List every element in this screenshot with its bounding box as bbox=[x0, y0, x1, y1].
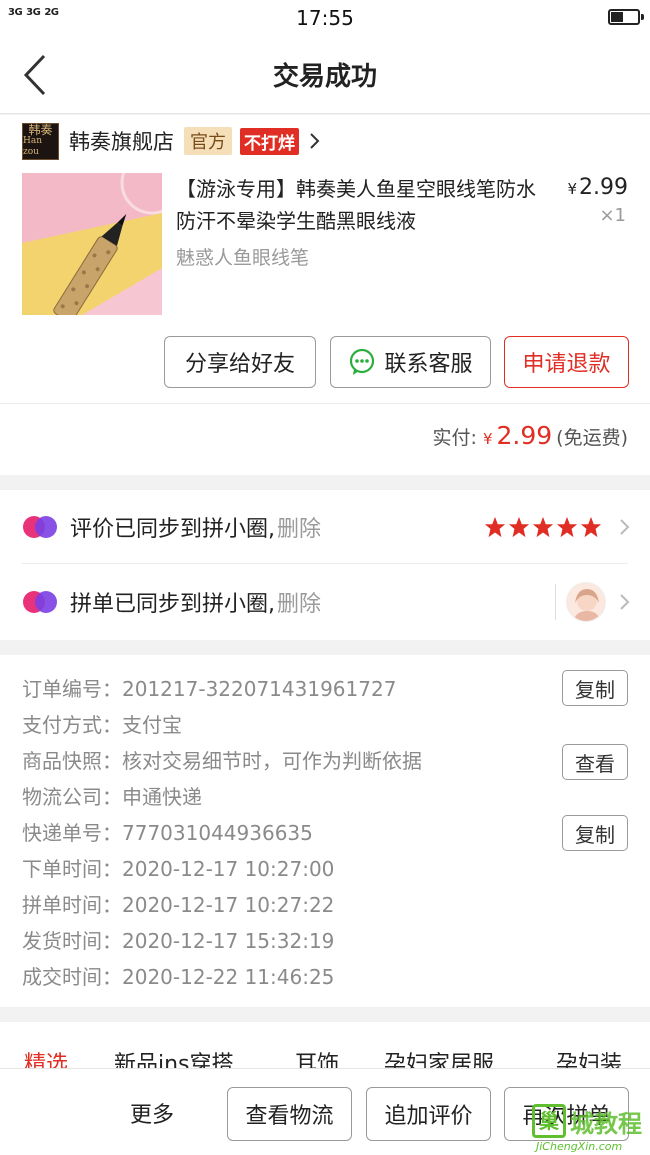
tab-new-ins[interactable]: 新品ins穿搭 bbox=[114, 1046, 234, 1068]
ship-time: 发货时间：2020-12-17 15:32:19 bbox=[22, 928, 335, 953]
star-icon bbox=[484, 516, 506, 537]
tab-earrings[interactable]: 耳饰 bbox=[295, 1046, 339, 1068]
tracking-number: 快递单号：777031044936635 bbox=[22, 820, 313, 845]
review-delete-link[interactable]: 删除 bbox=[277, 511, 321, 543]
star-icon bbox=[508, 516, 530, 537]
refund-button[interactable]: 申请退款 bbox=[504, 336, 629, 388]
contact-service-label: 联系客服 bbox=[384, 352, 473, 377]
star-icon bbox=[556, 516, 578, 537]
add-review-label: 追加评价 bbox=[384, 1104, 473, 1129]
tab-maternity-wear[interactable]: 孕妇装 bbox=[556, 1046, 622, 1068]
star-icon bbox=[532, 516, 554, 537]
store-logo: 韩奏 Han zou bbox=[22, 122, 59, 160]
product-variant: 魅惑人鱼眼线笔 bbox=[176, 247, 310, 269]
page-title: 交易成功 bbox=[272, 62, 377, 92]
product-price: ¥2.99 bbox=[567, 175, 628, 200]
product-title[interactable]: 【游泳专用】韩奏美人鱼星空眼线笔防水防汗不晕染学生酷黑眼线液 bbox=[176, 173, 552, 237]
eyeliner-image bbox=[22, 173, 162, 315]
chevron-right-icon bbox=[620, 594, 630, 610]
chevron-right-icon bbox=[620, 518, 630, 535]
star-icon bbox=[580, 516, 602, 537]
order-card: 韩奏 Han zou 韩奏旗舰店 官方 不打烊 【游泳专用】韩奏美人鱼星空眼线笔… bbox=[0, 115, 650, 475]
pinxiaoquan-icon bbox=[23, 515, 57, 538]
official-badge: 官方 bbox=[184, 127, 232, 155]
paid-value: 2.99 bbox=[496, 421, 553, 450]
price-value: 2.99 bbox=[579, 175, 628, 200]
share-button[interactable]: 分享给好友 bbox=[164, 336, 316, 388]
product-snapshot: 商品快照：核对交易细节时，可作为判断依据 bbox=[22, 748, 422, 773]
watermark-logo: 巢 bbox=[532, 1104, 566, 1138]
paid-amount: 实付: ¥ 2.99 (免运费) bbox=[433, 421, 628, 450]
product-image[interactable] bbox=[22, 173, 162, 315]
separator bbox=[555, 584, 556, 620]
payment-method: 支付方式：支付宝 bbox=[22, 712, 182, 737]
battery-icon bbox=[608, 9, 644, 25]
view-logistics-button[interactable]: 查看物流 bbox=[227, 1087, 352, 1141]
rating-stars bbox=[482, 516, 602, 538]
logistics-company: 物流公司：申通快递 bbox=[22, 784, 202, 809]
watermark-text: 城教程 bbox=[570, 1110, 642, 1138]
sync-card: 评价已同步到拼小圈, 删除 拼单已同步到拼小圈, 删除 bbox=[0, 490, 650, 640]
tab-featured[interactable]: 精选 bbox=[24, 1046, 68, 1068]
copy-order-number-button[interactable]: 复制 bbox=[562, 670, 628, 706]
category-tabs: 精选 新品ins穿搭 耳饰 孕妇家居服 孕妇装 bbox=[0, 1022, 650, 1068]
add-review-button[interactable]: 追加评价 bbox=[366, 1087, 491, 1141]
watermark-url: JiChengXin.com bbox=[536, 1140, 623, 1153]
review-sync-text: 评价已同步到拼小圈, bbox=[70, 516, 275, 542]
order-detail-page: 3G 3G 2G 17:55 交易成功 韩奏 Han zou 韩奏旗舰店 官方 不打… bbox=[0, 0, 650, 1155]
review-sync-row[interactable]: 评价已同步到拼小圈, 删除 bbox=[22, 490, 630, 564]
chevron-right-icon bbox=[310, 133, 320, 149]
order-time: 下单时间：2020-12-17 10:27:00 bbox=[22, 856, 335, 881]
order-info-card: 订单编号：201217-322071431961727 复制 支付方式：支付宝 … bbox=[0, 655, 650, 1007]
copy-tracking-button[interactable]: 复制 bbox=[562, 815, 628, 851]
card-divider bbox=[0, 403, 650, 404]
chat-icon bbox=[350, 348, 375, 375]
nav-header: 交易成功 bbox=[0, 36, 650, 114]
price-currency: ¥ bbox=[567, 180, 578, 198]
view-logistics-label: 查看物流 bbox=[245, 1104, 334, 1129]
deal-time: 成交时间：2020-12-22 11:46:25 bbox=[22, 964, 335, 989]
watermark: 巢 城教程 JiChengXin.com bbox=[532, 1104, 648, 1153]
tab-maternity-home[interactable]: 孕妇家居服 bbox=[384, 1046, 494, 1068]
group-sync-row[interactable]: 拼单已同步到拼小圈, 删除 bbox=[22, 565, 630, 639]
more-button[interactable]: 更多 bbox=[130, 1097, 174, 1129]
paid-currency: ¥ bbox=[482, 430, 493, 448]
order-number: 订单编号：201217-322071431961727 bbox=[22, 676, 397, 701]
store-logo-en: Han zou bbox=[23, 135, 43, 157]
refund-button-label: 申请退款 bbox=[522, 352, 611, 377]
status-time: 17:55 bbox=[296, 6, 354, 30]
store-row[interactable]: 韩奏 Han zou 韩奏旗舰店 官方 不打烊 bbox=[22, 122, 325, 160]
group-delete-link[interactable]: 删除 bbox=[277, 586, 321, 618]
product-quantity: ×1 bbox=[599, 205, 626, 226]
avatar-image bbox=[567, 583, 605, 621]
avatar bbox=[566, 582, 606, 622]
paid-note: (免运费) bbox=[556, 427, 628, 449]
store-name: 韩奏旗舰店 bbox=[69, 130, 174, 154]
group-sync-text: 拼单已同步到拼小圈, bbox=[70, 592, 275, 617]
group-time: 拼单时间：2020-12-17 10:27:22 bbox=[22, 892, 335, 917]
contact-service-button[interactable]: 联系客服 bbox=[330, 336, 491, 388]
store-logo-cn: 韩奏 bbox=[28, 122, 53, 137]
status-bar: 3G 3G 2G 17:55 bbox=[0, 0, 650, 36]
pinxiaoquan-icon bbox=[23, 591, 57, 613]
share-button-label: 分享给好友 bbox=[184, 352, 295, 377]
no-discount-badge: 不打烊 bbox=[240, 127, 299, 155]
view-snapshot-button[interactable]: 查看 bbox=[562, 744, 628, 780]
paid-label: 实付: bbox=[432, 427, 477, 449]
